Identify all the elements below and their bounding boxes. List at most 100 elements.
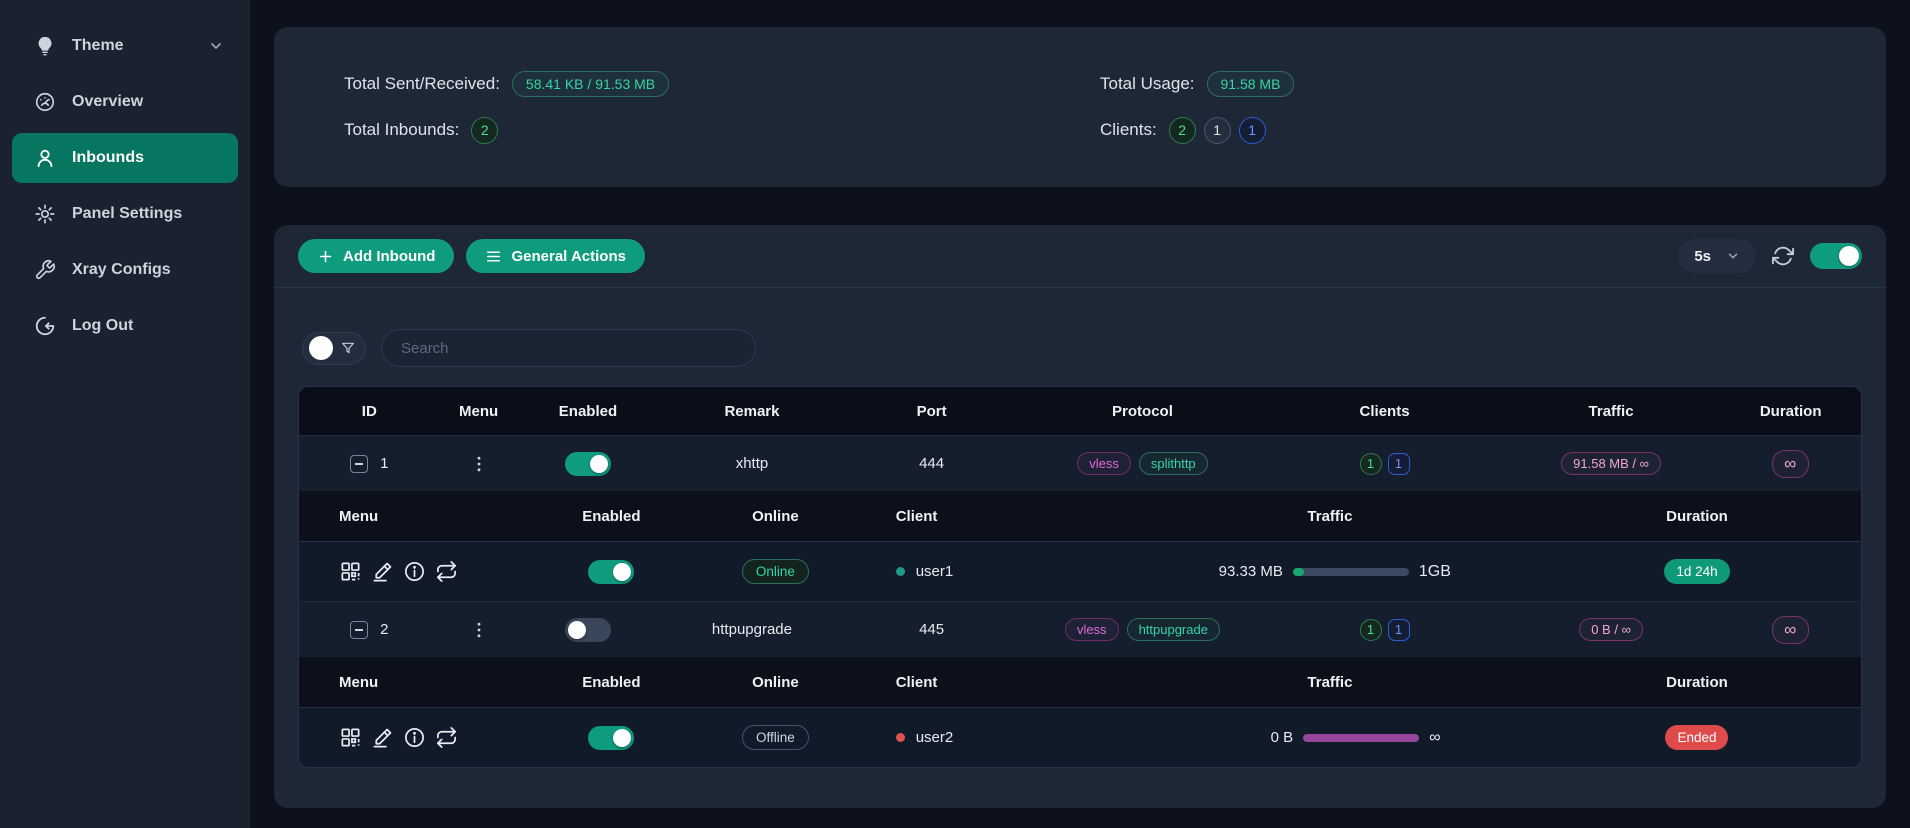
sidebar-item-log-out[interactable]: Log Out (12, 301, 238, 351)
client-enabled-toggle[interactable] (588, 560, 634, 584)
refresh-icon[interactable] (1772, 245, 1794, 267)
filter-funnel-icon (340, 340, 356, 356)
info-icon[interactable] (403, 560, 426, 583)
chevron-down-icon (1726, 249, 1740, 263)
traffic-used: 93.33 MB (1209, 563, 1283, 580)
stat-total-usage: Total Usage: 91.58 MB (1100, 71, 1816, 97)
gear-icon (34, 203, 56, 225)
add-inbound-button[interactable]: Add Inbound (298, 239, 454, 273)
client-status-dot (896, 567, 905, 576)
col-header-menu: Menu (299, 508, 518, 525)
sidebar-item-label: Panel Settings (72, 205, 182, 223)
online-status-badge: Offline (742, 725, 809, 750)
client-duration-badge: Ended (1665, 725, 1728, 750)
col-header-client: Client (846, 508, 1127, 525)
dashboard-icon (34, 91, 56, 113)
sidebar-item-label: Theme (72, 37, 124, 55)
protocol-badge: vless (1077, 452, 1131, 475)
client-duration-badge: 1d 24h (1664, 559, 1729, 584)
client-name: user2 (916, 729, 954, 746)
reset-traffic-icon[interactable] (435, 560, 458, 583)
col-header-traffic: Traffic (1127, 674, 1533, 691)
sidebar-item-label: Log Out (72, 317, 133, 335)
duration-badge: ∞ (1772, 616, 1809, 644)
refresh-interval-select[interactable]: 5s (1678, 239, 1756, 273)
row-menu-icon[interactable] (469, 620, 489, 640)
auto-refresh-toggle[interactable] (1810, 243, 1862, 269)
general-actions-button[interactable]: General Actions (466, 239, 644, 273)
clients-total-badge: 2 (1169, 117, 1196, 144)
sidebar: Theme Overview Inbounds Panel Settings (0, 0, 250, 828)
collapse-row-icon[interactable] (350, 621, 368, 639)
client-enabled-toggle[interactable] (588, 726, 634, 750)
duration-badge: ∞ (1772, 450, 1809, 478)
client-count-badge: 1 (1360, 619, 1382, 641)
col-header-id: ID (299, 403, 440, 420)
row-menu-icon[interactable] (469, 454, 489, 474)
inbound-port: 445 (846, 621, 1018, 638)
refresh-interval-value: 5s (1694, 248, 1711, 265)
col-header-client: Client (846, 674, 1127, 691)
col-header-duration: Duration (1533, 674, 1861, 691)
stat-label: Total Usage: (1100, 74, 1195, 94)
qrcode-icon[interactable] (339, 726, 362, 749)
stat-value-badge: 58.41 KB / 91.53 MB (512, 71, 669, 97)
toggle-knob (309, 336, 333, 360)
col-header-online: Online (705, 674, 846, 691)
transport-badge: splithttp (1139, 452, 1208, 475)
table-header-row: ID Menu Enabled Remark Port Protocol Cli… (299, 387, 1861, 435)
traffic-progress-bar (1303, 734, 1419, 742)
search-input[interactable] (381, 329, 756, 367)
inbound-row: 1 xhttp 444 vless splithttp (299, 435, 1861, 491)
inbound-enabled-toggle[interactable] (565, 618, 611, 642)
stat-total-inbounds: Total Inbounds: 2 (344, 117, 1060, 144)
edit-icon[interactable] (371, 560, 394, 583)
inbound-port: 444 (846, 455, 1018, 472)
clients-deactivated-badge: 1 (1204, 117, 1231, 144)
transport-badge: httpupgrade (1127, 618, 1220, 641)
stat-label: Total Sent/Received: (344, 74, 500, 94)
qrcode-icon[interactable] (339, 560, 362, 583)
col-header-traffic: Traffic (1502, 403, 1721, 420)
sidebar-item-panel-settings[interactable]: Panel Settings (12, 189, 238, 239)
client-name: user1 (916, 563, 954, 580)
traffic-used: 0 B (1219, 729, 1293, 746)
inbound-remark: xhttp (658, 455, 845, 472)
sidebar-item-overview[interactable]: Overview (12, 77, 238, 127)
collapse-row-icon[interactable] (350, 455, 368, 473)
col-header-remark: Remark (658, 403, 845, 420)
client-subtable: Menu Enabled Online Client Traffic Durat… (299, 657, 1861, 767)
col-header-online: Online (705, 508, 846, 525)
filter-toggle[interactable] (302, 332, 366, 365)
col-header-enabled: Enabled (518, 674, 705, 691)
edit-icon[interactable] (371, 726, 394, 749)
client-header-row: Menu Enabled Online Client Traffic Durat… (299, 491, 1861, 541)
client-row: Offline user2 0 B ∞ Ended (299, 707, 1861, 767)
client-row: Online user1 93.33 MB 1GB 1d 24h (299, 541, 1861, 601)
col-header-clients: Clients (1267, 403, 1501, 420)
sidebar-item-inbounds[interactable]: Inbounds (12, 133, 238, 183)
stat-value-badge: 91.58 MB (1207, 71, 1295, 97)
inbound-enabled-toggle[interactable] (565, 452, 611, 476)
toolbar: Add Inbound General Actions 5s (274, 225, 1886, 287)
col-header-port: Port (846, 403, 1018, 420)
sidebar-item-xray-configs[interactable]: Xray Configs (12, 245, 238, 295)
sidebar-item-theme[interactable]: Theme (12, 21, 238, 71)
add-inbound-label: Add Inbound (343, 248, 435, 265)
reset-traffic-icon[interactable] (435, 726, 458, 749)
inbounds-table: ID Menu Enabled Remark Port Protocol Cli… (298, 386, 1862, 768)
inbound-id: 2 (380, 621, 388, 638)
sidebar-item-label: Overview (72, 93, 143, 111)
stats-card: Total Sent/Received: 58.41 KB / 91.53 MB… (274, 27, 1886, 187)
client-count-badge: 1 (1360, 453, 1382, 475)
client-status-dot (896, 733, 905, 742)
sidebar-item-label: Xray Configs (72, 261, 171, 279)
col-header-duration: Duration (1533, 508, 1861, 525)
client-subtable: Menu Enabled Online Client Traffic Durat… (299, 491, 1861, 601)
general-actions-label: General Actions (511, 248, 625, 265)
info-icon[interactable] (403, 726, 426, 749)
stat-clients: Clients: 2 1 1 (1100, 117, 1816, 144)
clients-online-badge: 1 (1239, 117, 1266, 144)
traffic-total: ∞ (1429, 729, 1440, 747)
inbounds-card: Add Inbound General Actions 5s (274, 225, 1886, 808)
